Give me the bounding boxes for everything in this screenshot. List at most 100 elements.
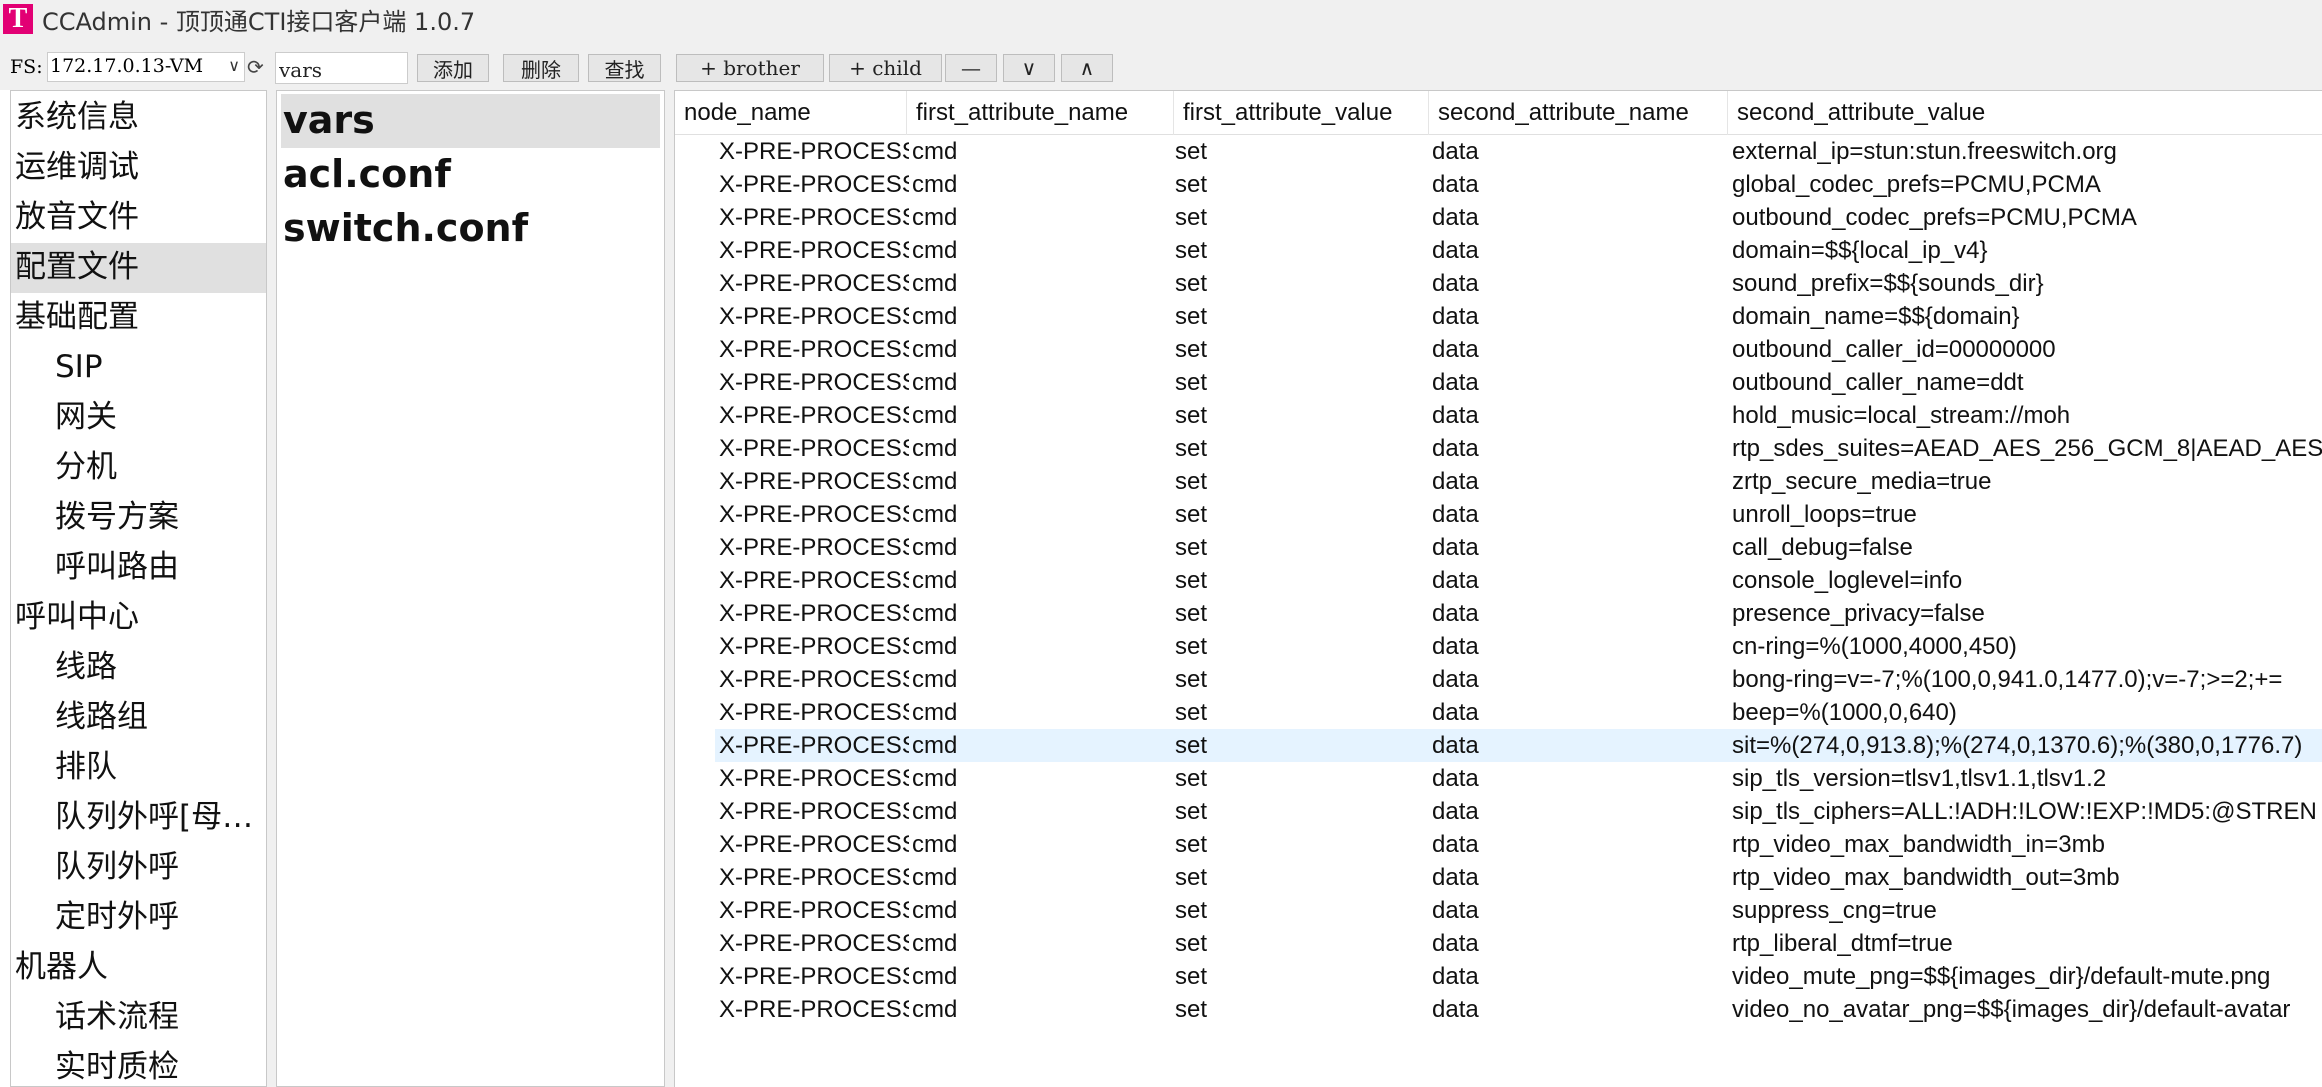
table-row[interactable]: X-PRE-PROCESS cmd set data rtp_video_max_ban… xyxy=(675,861,2322,894)
table-row[interactable]: X-PRE-PROCESS cmd set data sound_prefix=$${s… xyxy=(675,267,2322,300)
table-cell: set xyxy=(1175,633,1208,660)
table-row[interactable]: X-PRE-PROCESS cmd set data bong-ring=v=-7;%(… xyxy=(675,663,2322,696)
sidebar-item[interactable]: 定时外呼 xyxy=(11,893,266,943)
table-cell: sip_tls_ciphers=ALL:!ADH:!LOW:!EXP:!MD5:… xyxy=(1732,798,2317,825)
table-row[interactable]: X-PRE-PROCESS cmd set data domain=$${local_i… xyxy=(675,234,2322,267)
column-header[interactable]: first_attribute_name xyxy=(907,91,1174,135)
file-item[interactable]: switch.conf xyxy=(281,202,660,256)
table-row[interactable]: X-PRE-PROCESS cmd set data domain_name=$${do… xyxy=(675,300,2322,333)
column-header[interactable]: second_attribute_value xyxy=(1728,91,2322,135)
table-cell: cmd xyxy=(912,138,958,165)
table-cell: cmd xyxy=(912,930,958,957)
sidebar-item[interactable]: 运维调试 xyxy=(11,143,266,193)
sidebar-item[interactable]: SIP xyxy=(11,343,266,393)
column-header[interactable]: first_attribute_value xyxy=(1174,91,1429,135)
sidebar-item[interactable]: 呼叫路由 xyxy=(11,543,266,593)
table-row[interactable]: X-PRE-PROCESS cmd set data zrtp_secure_media… xyxy=(675,465,2322,498)
add-button[interactable]: 添加 xyxy=(417,54,489,82)
table-row[interactable]: X-PRE-PROCESS cmd set data call_debug=false xyxy=(675,531,2322,564)
table-cell: external_ip=stun:stun.freeswitch.org xyxy=(1732,138,2117,165)
sidebar-item[interactable]: 放音文件 xyxy=(11,193,266,243)
table-cell: cmd xyxy=(912,567,958,594)
sidebar-item[interactable]: 话术流程 xyxy=(11,993,266,1043)
sidebar-item[interactable]: 拨号方案 xyxy=(11,493,266,543)
splitter-right[interactable] xyxy=(665,90,674,1087)
column-header[interactable]: node_name xyxy=(675,91,907,135)
table-cell: global_codec_prefs=PCMU,PCMA xyxy=(1732,171,2101,198)
sidebar-item[interactable]: 实时质检 xyxy=(11,1043,266,1086)
find-button[interactable]: 查找 xyxy=(588,54,661,82)
table-row[interactable]: X-PRE-PROCESS cmd set data sit=%(274,0,913.8… xyxy=(715,729,2322,762)
sidebar-item[interactable]: 机器人 xyxy=(11,943,266,993)
table-cell: cmd xyxy=(912,666,958,693)
table-row[interactable]: X-PRE-PROCESS cmd set data rtp_video_max_ban… xyxy=(675,828,2322,861)
table-row[interactable]: X-PRE-PROCESS cmd set data outbound_caller_i… xyxy=(675,333,2322,366)
table-cell: data xyxy=(1432,204,1479,231)
sidebar-item[interactable]: 配置文件 xyxy=(11,243,266,293)
sidebar-item[interactable]: 线路 xyxy=(11,643,266,693)
refresh-icon[interactable]: ⟳ xyxy=(247,55,264,79)
table-cell: X-PRE-PROCESS xyxy=(719,897,909,924)
search-input[interactable] xyxy=(275,52,408,84)
table-row[interactable]: X-PRE-PROCESS cmd set data presence_privacy=… xyxy=(675,597,2322,630)
table-cell: data xyxy=(1432,699,1479,726)
table-cell: presence_privacy=false xyxy=(1732,600,1985,627)
table-row[interactable]: X-PRE-PROCESS cmd set data video_no_avatar_p… xyxy=(675,993,2322,1026)
table-cell: set xyxy=(1175,336,1208,363)
sidebar-item[interactable]: 呼叫中心 xyxy=(11,593,266,643)
table-cell: X-PRE-PROCESS xyxy=(719,468,909,495)
table-row[interactable]: X-PRE-PROCESS cmd set data unroll_loops=true xyxy=(675,498,2322,531)
add-brother-button[interactable]: + brother xyxy=(676,54,824,82)
table-row[interactable]: X-PRE-PROCESS cmd set data cn-ring=%(1000,40… xyxy=(675,630,2322,663)
table-cell: data xyxy=(1432,930,1479,957)
table-row[interactable]: X-PRE-PROCESS cmd set data beep=%(1000,0,640… xyxy=(675,696,2322,729)
sidebar-nav: 系统信息 运维调试 放音文件 配置文件 基础配置 SIP 网关 分机 拨号方案 呼叫路由 呼叫中心线… xyxy=(10,90,267,1087)
table-cell: set xyxy=(1175,501,1208,528)
table-row[interactable]: X-PRE-PROCESS cmd set data rtp_sdes_suites=A… xyxy=(675,432,2322,465)
table-cell: zrtp_secure_media=true xyxy=(1732,468,1992,495)
table-row[interactable]: X-PRE-PROCESS cmd set data external_ip=stun:… xyxy=(675,135,2322,168)
table-cell: cmd xyxy=(912,996,958,1023)
table-cell: cmd xyxy=(912,237,958,264)
chevron-down-icon[interactable]: ∨ xyxy=(228,56,240,75)
move-up-button[interactable]: ∧ xyxy=(1061,54,1113,82)
add-child-button[interactable]: + child xyxy=(829,54,942,82)
table-cell: cn-ring=%(1000,4000,450) xyxy=(1732,633,2017,660)
sidebar-item[interactable]: 基础配置 xyxy=(11,293,266,343)
table-row[interactable]: X-PRE-PROCESS cmd set data hold_music=local_… xyxy=(675,399,2322,432)
table-cell: X-PRE-PROCESS xyxy=(719,336,909,363)
table-row[interactable]: X-PRE-PROCESS cmd set data sip_tls_ciphers=A… xyxy=(675,795,2322,828)
table-row[interactable]: X-PRE-PROCESS cmd set data console_loglevel=… xyxy=(675,564,2322,597)
table-row[interactable]: X-PRE-PROCESS cmd set data sip_tls_version=t… xyxy=(675,762,2322,795)
table-cell: data xyxy=(1432,435,1479,462)
sidebar-item[interactable]: 系统信息 xyxy=(11,93,266,143)
table-row[interactable]: X-PRE-PROCESS cmd set data outbound_codec_pr… xyxy=(675,201,2322,234)
file-item[interactable]: vars xyxy=(281,94,660,148)
table-row[interactable]: X-PRE-PROCESS cmd set data outbound_caller_n… xyxy=(675,366,2322,399)
column-header[interactable]: second_attribute_name xyxy=(1429,91,1728,135)
sidebar-item[interactable]: 队列外呼 xyxy=(11,843,266,893)
table-row[interactable]: X-PRE-PROCESS cmd set data suppress_cng=true xyxy=(675,894,2322,927)
fs-server-value: 172.17.0.13-VM xyxy=(50,55,204,77)
sidebar-item[interactable]: 排队 xyxy=(11,743,266,793)
table-row[interactable]: X-PRE-PROCESS cmd set data video_mute_png=$$… xyxy=(675,960,2322,993)
table-cell: rtp_sdes_suites=AEAD_AES_256_GCM_8|AEAD_… xyxy=(1732,435,2322,462)
sidebar-item[interactable]: 分机 xyxy=(11,443,266,493)
table-cell: data xyxy=(1432,534,1479,561)
sidebar-item[interactable]: 线路组 xyxy=(11,693,266,743)
fs-label: FS: xyxy=(10,56,43,78)
table-row[interactable]: X-PRE-PROCESS cmd set data rtp_liberal_dtmf=… xyxy=(675,927,2322,960)
sidebar-item[interactable]: 队列外呼[母… xyxy=(11,793,266,843)
table-row[interactable]: X-PRE-PROCESS cmd set data global_codec_pref… xyxy=(675,168,2322,201)
sidebar-item[interactable]: 网关 xyxy=(11,393,266,443)
table-cell: data xyxy=(1432,171,1479,198)
remove-node-button[interactable]: — xyxy=(945,54,997,82)
file-item[interactable]: acl.conf xyxy=(281,148,660,202)
table-cell: video_no_avatar_png=$${images_dir}/defau… xyxy=(1732,996,2291,1023)
delete-button[interactable]: 删除 xyxy=(503,54,579,82)
table-cell: X-PRE-PROCESS xyxy=(719,567,909,594)
table-cell: X-PRE-PROCESS xyxy=(719,765,909,792)
table-cell: cmd xyxy=(912,501,958,528)
move-down-button[interactable]: ∨ xyxy=(1003,54,1055,82)
fs-server-select[interactable]: 172.17.0.13-VM ∨ xyxy=(47,52,245,82)
